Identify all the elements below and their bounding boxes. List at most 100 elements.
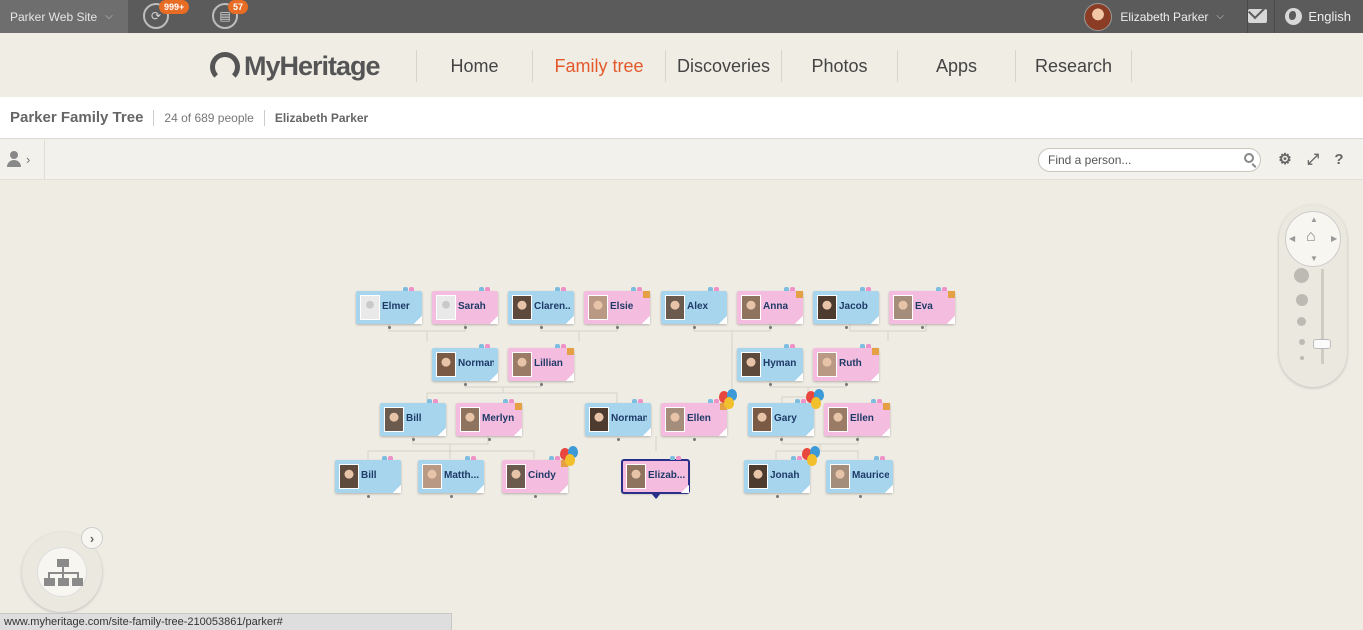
edit-corner-icon[interactable] bbox=[393, 485, 401, 493]
children-indicator-icon[interactable] bbox=[540, 383, 543, 386]
home-icon[interactable]: ⌂ bbox=[1306, 229, 1321, 245]
person-card[interactable]: Elizab... bbox=[621, 456, 690, 499]
settings-button[interactable]: ⚙ bbox=[1276, 150, 1294, 168]
parents-indicator-icon[interactable] bbox=[549, 456, 554, 460]
person-card[interactable]: Jacob bbox=[813, 287, 879, 329]
zoom-level-dot[interactable] bbox=[1296, 294, 1308, 306]
edit-corner-icon[interactable] bbox=[871, 373, 879, 381]
nav-home[interactable]: Home bbox=[416, 50, 532, 82]
children-indicator-icon[interactable] bbox=[780, 438, 783, 441]
record-match-icon[interactable] bbox=[872, 348, 879, 355]
arrow-up-icon[interactable]: ▲ bbox=[1310, 215, 1318, 224]
edit-corner-icon[interactable] bbox=[719, 316, 727, 324]
children-indicator-icon[interactable] bbox=[464, 383, 467, 386]
nav-discoveries[interactable]: Discoveries bbox=[665, 50, 781, 82]
parents-indicator-icon[interactable] bbox=[860, 344, 865, 348]
zoom-level-dot[interactable] bbox=[1300, 356, 1304, 360]
person-card[interactable]: Gary bbox=[748, 399, 814, 441]
children-indicator-icon[interactable] bbox=[540, 326, 543, 329]
person-panel-toggle[interactable]: › bbox=[6, 151, 38, 169]
parents-indicator-icon[interactable] bbox=[471, 456, 476, 460]
children-indicator-icon[interactable] bbox=[845, 326, 848, 329]
children-indicator-icon[interactable] bbox=[388, 326, 391, 329]
parents-indicator-icon[interactable] bbox=[509, 399, 514, 403]
record-match-icon[interactable] bbox=[567, 348, 574, 355]
edit-corner-icon[interactable] bbox=[414, 316, 422, 324]
parents-indicator-icon[interactable] bbox=[866, 344, 871, 348]
family-tree-canvas[interactable]: Elmer Sarah Claren... Elsie Alex Anna Jacob Eva… bbox=[0, 181, 1363, 630]
parents-indicator-icon[interactable] bbox=[382, 456, 387, 460]
parents-indicator-icon[interactable] bbox=[871, 399, 876, 403]
parents-indicator-icon[interactable] bbox=[866, 287, 871, 291]
edit-corner-icon[interactable] bbox=[795, 373, 803, 381]
parents-indicator-icon[interactable] bbox=[555, 287, 560, 291]
parents-indicator-icon[interactable] bbox=[790, 344, 795, 348]
search-icon[interactable] bbox=[1244, 153, 1254, 163]
person-card[interactable]: Ellen bbox=[824, 399, 890, 441]
children-indicator-icon[interactable] bbox=[856, 438, 859, 441]
user-menu[interactable]: Elizabeth Parker ⌵ bbox=[1084, 0, 1224, 33]
myheritage-logo[interactable]: MyHeritage bbox=[210, 51, 381, 82]
edit-corner-icon[interactable] bbox=[514, 428, 522, 436]
parents-indicator-icon[interactable] bbox=[631, 287, 636, 291]
children-indicator-icon[interactable] bbox=[616, 326, 619, 329]
parents-indicator-icon[interactable] bbox=[388, 456, 393, 460]
person-card[interactable]: Ruth bbox=[813, 344, 879, 386]
parents-indicator-icon[interactable] bbox=[479, 344, 484, 348]
nav-photos[interactable]: Photos bbox=[781, 50, 897, 82]
children-indicator-icon[interactable] bbox=[534, 495, 537, 498]
nav-family-tree[interactable]: Family tree bbox=[532, 50, 665, 82]
parents-indicator-icon[interactable] bbox=[638, 399, 643, 403]
parents-indicator-icon[interactable] bbox=[942, 287, 947, 291]
person-card[interactable]: Sarah bbox=[432, 287, 498, 329]
parents-indicator-icon[interactable] bbox=[791, 456, 796, 460]
edit-corner-icon[interactable] bbox=[719, 428, 727, 436]
nav-apps[interactable]: Apps bbox=[897, 50, 1015, 82]
children-indicator-icon[interactable] bbox=[488, 438, 491, 441]
tree-title[interactable]: Parker Family Tree bbox=[10, 109, 143, 126]
person-card[interactable]: Jonah bbox=[744, 456, 810, 498]
edit-corner-icon[interactable] bbox=[566, 373, 574, 381]
children-indicator-icon[interactable] bbox=[776, 495, 779, 498]
parents-indicator-icon[interactable] bbox=[479, 287, 484, 291]
person-card[interactable]: Maurice bbox=[826, 456, 893, 498]
person-card[interactable]: Elmer bbox=[356, 287, 422, 329]
person-card[interactable]: Ellen bbox=[661, 399, 727, 441]
children-indicator-icon[interactable] bbox=[693, 326, 696, 329]
nav-research[interactable]: Research bbox=[1015, 50, 1132, 82]
edit-corner-icon[interactable] bbox=[438, 428, 446, 436]
person-card[interactable]: Alex bbox=[661, 287, 727, 329]
children-indicator-icon[interactable] bbox=[845, 383, 848, 386]
parents-indicator-icon[interactable] bbox=[485, 287, 490, 291]
expand-views-button[interactable]: › bbox=[81, 527, 103, 549]
edit-corner-icon[interactable] bbox=[885, 485, 893, 493]
parents-indicator-icon[interactable] bbox=[880, 456, 885, 460]
children-indicator-icon[interactable] bbox=[769, 326, 772, 329]
zoom-slider-thumb[interactable] bbox=[1313, 339, 1331, 349]
edit-corner-icon[interactable] bbox=[871, 316, 879, 324]
parents-indicator-icon[interactable] bbox=[561, 344, 566, 348]
arrow-down-icon[interactable]: ▼ bbox=[1310, 254, 1318, 263]
record-match-icon[interactable] bbox=[643, 291, 650, 298]
record-match-icon[interactable] bbox=[883, 403, 890, 410]
parents-indicator-icon[interactable] bbox=[555, 344, 560, 348]
parents-indicator-icon[interactable] bbox=[670, 456, 675, 460]
person-card[interactable]: Elsie bbox=[584, 287, 650, 329]
person-card[interactable]: Norman bbox=[585, 399, 651, 441]
sync-button[interactable]: ⟳ 999+ bbox=[143, 0, 190, 29]
edit-corner-icon[interactable] bbox=[947, 316, 955, 324]
tasks-button[interactable]: ▤ 57 bbox=[212, 0, 249, 29]
arrow-right-icon[interactable]: ▶ bbox=[1331, 234, 1337, 243]
edit-corner-icon[interactable] bbox=[490, 373, 498, 381]
site-selector[interactable]: Parker Web Site ⌵ bbox=[0, 0, 128, 33]
parents-indicator-icon[interactable] bbox=[632, 399, 637, 403]
person-card[interactable]: Lillian bbox=[508, 344, 574, 386]
person-card[interactable]: Bill bbox=[380, 399, 446, 441]
children-indicator-icon[interactable] bbox=[450, 495, 453, 498]
person-card[interactable]: Anna bbox=[737, 287, 803, 329]
parents-indicator-icon[interactable] bbox=[561, 287, 566, 291]
parents-indicator-icon[interactable] bbox=[714, 287, 719, 291]
parents-indicator-icon[interactable] bbox=[465, 456, 470, 460]
parents-indicator-icon[interactable] bbox=[708, 399, 713, 403]
parents-indicator-icon[interactable] bbox=[877, 399, 882, 403]
